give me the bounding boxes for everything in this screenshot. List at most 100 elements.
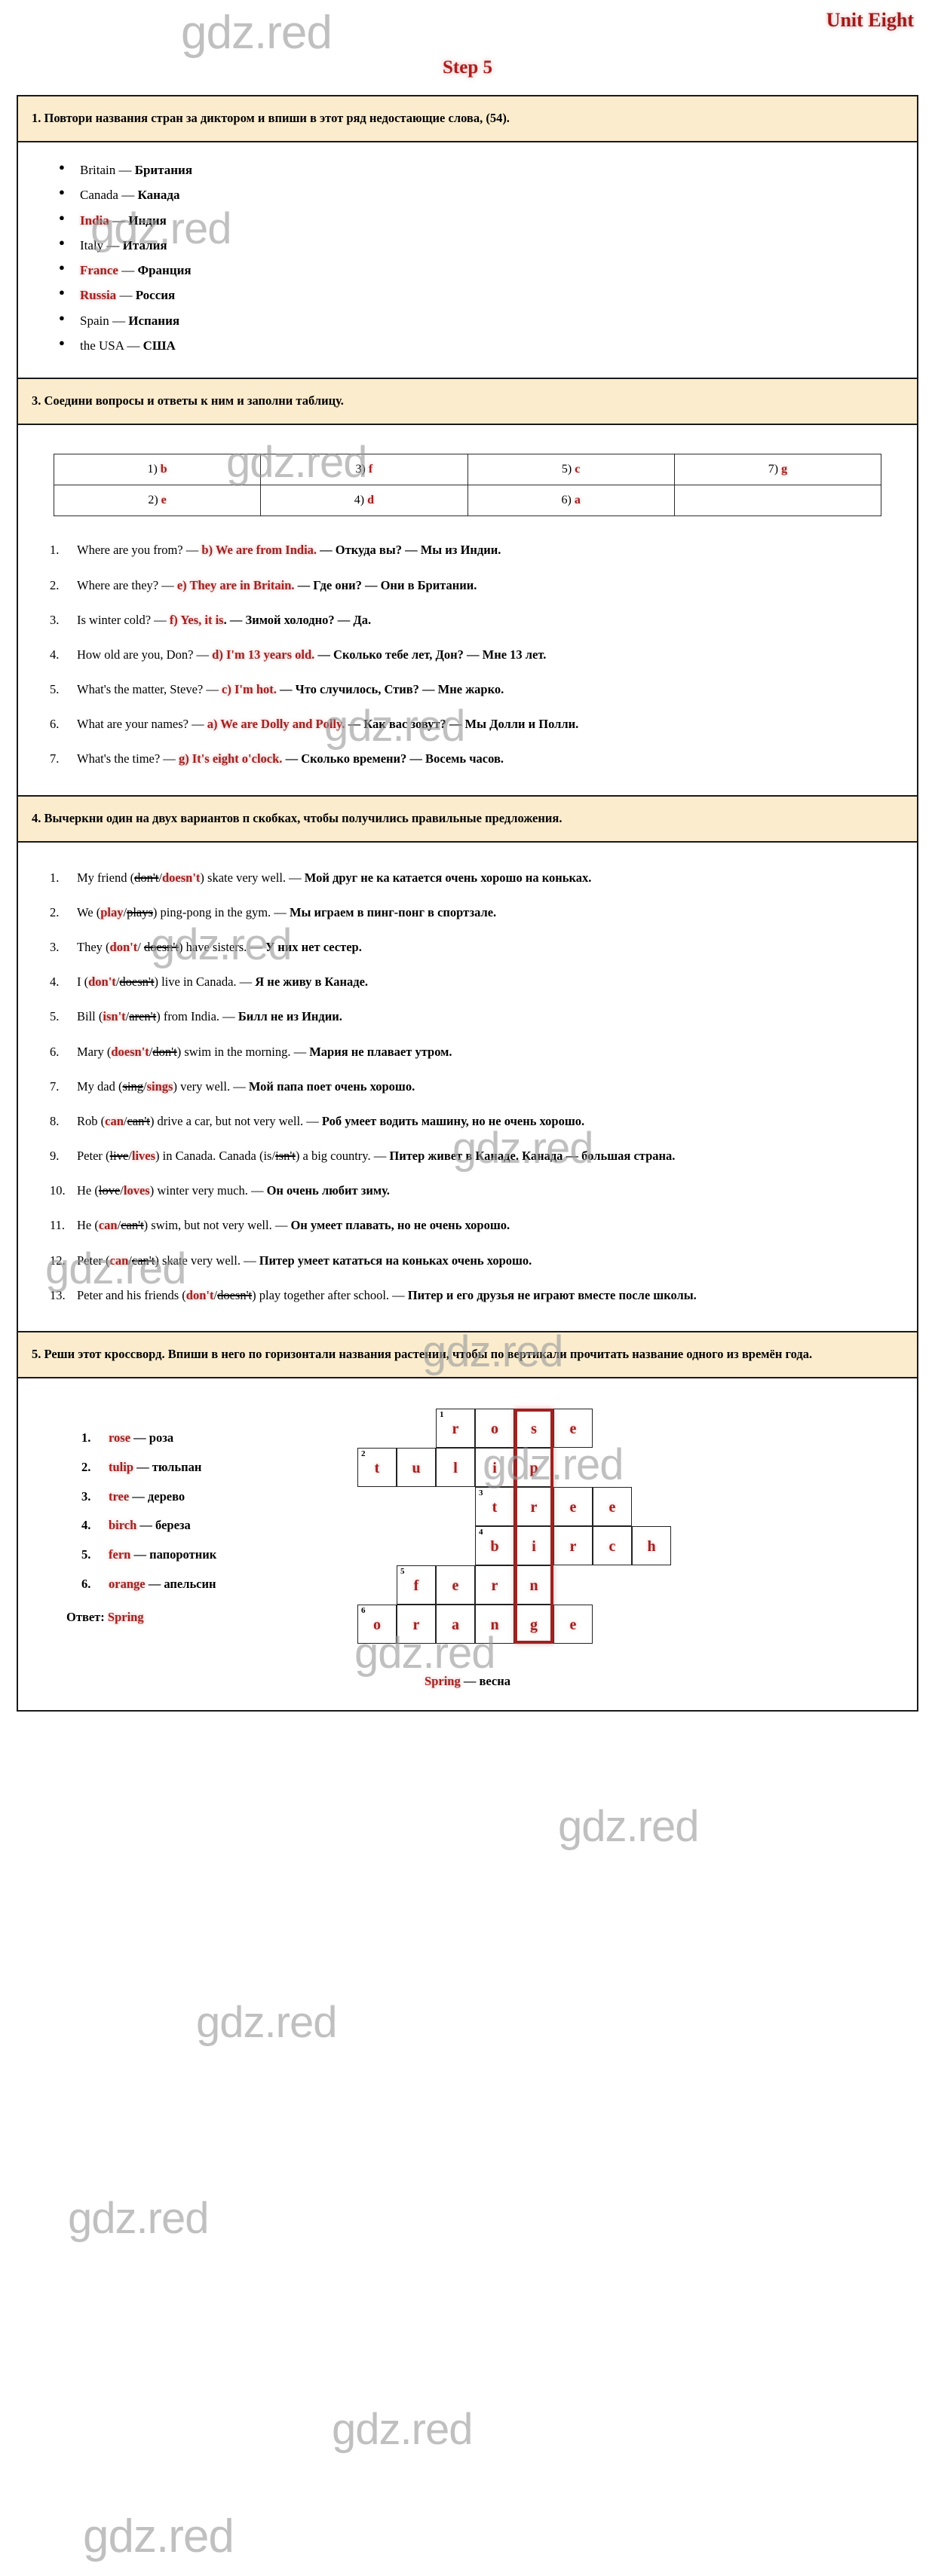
- sentence-suffix: ) swim in the morning. —: [176, 1044, 310, 1059]
- crossword-cell: r: [553, 1526, 593, 1566]
- crossword-cell-letter: g: [530, 1617, 538, 1634]
- country-name-en: Canada: [80, 188, 118, 203]
- crossword-cell: e: [436, 1565, 475, 1605]
- sentence-list-item: Peter (live/lives) in Canada. Canada (is…: [47, 1139, 903, 1173]
- country-name-ru: Британия: [134, 163, 193, 178]
- crossword-cell-letter: l: [453, 1460, 458, 1477]
- crossword-cell-letter: n: [490, 1617, 499, 1634]
- crossword-cell: u: [397, 1448, 436, 1488]
- sentence-correct-option: sings: [146, 1078, 173, 1094]
- sentence-suffix: ) ping-pong in the gym. —: [152, 904, 290, 919]
- qa-list-item: Where are you from? — b) We are from Ind…: [47, 533, 903, 568]
- crossword-cell-letter: e: [569, 1499, 577, 1516]
- qa-list: Where are you from? — b) We are from Ind…: [32, 533, 903, 776]
- sentence-translation: Мария не плавает утром.: [309, 1044, 452, 1059]
- crossword-cell: l: [436, 1448, 475, 1488]
- qa-translation: — Сколько времени? — Восемь часов.: [282, 751, 504, 766]
- crossword-cell: 5f: [397, 1565, 436, 1605]
- sentence-list-item: Peter (can/can't) skate very well. — Пит…: [47, 1244, 903, 1278]
- sentence-suffix: ) skate very well. —: [155, 1253, 259, 1268]
- sentence-correct-option: loves: [123, 1183, 150, 1198]
- sentence-translation: Мой друг не ка катается очень хорошо на …: [304, 870, 592, 885]
- country-list-item: Canada — Канада: [57, 182, 903, 207]
- crossword-cell-letter: i: [532, 1538, 536, 1556]
- crossword-cell-letter: b: [490, 1538, 499, 1556]
- crossword-cell-number: 4: [479, 1528, 483, 1537]
- sentence-prefix: Peter and his friends (: [77, 1287, 186, 1302]
- crossword-cell: e: [593, 1487, 632, 1527]
- sentence-crossed-option: live: [109, 1149, 129, 1164]
- sentence-suffix: ) from India. —: [156, 1009, 238, 1024]
- qa-question: What's the time? —: [77, 751, 179, 766]
- sentence-list-item: They (don't/ doesn't) have sisters. — У …: [47, 930, 903, 965]
- sentence-extra-option: is: [263, 1149, 272, 1164]
- crossword-answer-line: Ответ: Spring: [66, 1610, 348, 1625]
- crossword-footer: Spring — весна: [32, 1663, 903, 1696]
- sentence-prefix: Peter (: [77, 1149, 110, 1164]
- table-row: 2) e 4) d 6) a: [53, 485, 882, 517]
- crossword-clue-ru: папоротник: [149, 1547, 217, 1562]
- crossword-clue-en: fern: [109, 1547, 131, 1562]
- sentence-crossed-option: aren't: [129, 1009, 157, 1024]
- qa-translation: — Что случилось, Стив? — Мне жарко.: [276, 682, 504, 697]
- country-name-en: Spain: [80, 313, 109, 328]
- task4-instruction: 4. Вычеркни один на двух вариантов п ско…: [18, 796, 917, 843]
- crossword-clue-ru: апельсин: [164, 1576, 216, 1591]
- country-name-ru: Италия: [122, 237, 167, 252]
- crossword-cell: a: [436, 1605, 475, 1644]
- watermark: gdz.red: [68, 2194, 209, 2243]
- sentence-prefix: My friend (: [77, 870, 135, 885]
- crossword-clue-en: tulip: [109, 1459, 134, 1474]
- crossword-clues: rose — роза tulip — тюльпан tree — дерево b…: [62, 1424, 348, 1599]
- sentence-prefix: Peter (: [77, 1253, 110, 1268]
- crossword-cell: 4b: [475, 1526, 514, 1566]
- crossword-cell: p: [514, 1448, 553, 1488]
- sentence-list-item: Mary (doesn't/don't) swim in the morning…: [47, 1035, 903, 1069]
- crossword-cell: r: [475, 1565, 514, 1605]
- crossword-footer-tail: — весна: [460, 1674, 510, 1689]
- crossword-cell-letter: i: [492, 1460, 497, 1477]
- sentence-translation: Мой папа поет очень хорошо.: [248, 1078, 415, 1094]
- match-table-cell: 7) g: [673, 454, 882, 486]
- sentence-suffix: ) a big country. —: [295, 1149, 390, 1164]
- sentence-translation: Роб умеет водить машину, но не очень хор…: [321, 1113, 585, 1128]
- crossword-cell: g: [514, 1605, 553, 1644]
- sentence-prefix: He (: [77, 1218, 99, 1233]
- crossword-cell: 2t: [357, 1448, 397, 1488]
- sentence-suffix: ) play together after school. —: [252, 1287, 408, 1302]
- em-dash: —: [136, 1518, 156, 1533]
- sentence-crossed-option: don't: [152, 1044, 177, 1059]
- qa-answer: e) They are in Britain.: [176, 577, 295, 592]
- sentence-correct-option: can: [98, 1218, 118, 1233]
- crossword-cell-letter: r: [412, 1617, 420, 1634]
- match-cell-answer: c: [572, 463, 581, 476]
- crossword-grid-column: 1rose2tulip3tree4birch5fern6orange: [348, 1404, 896, 1644]
- crossword-cell: 1r: [436, 1409, 475, 1449]
- crossword-cell-letter: o: [373, 1617, 381, 1634]
- sentence-list-item: My dad (sing/sings) very well. — Мой пап…: [47, 1069, 903, 1104]
- sentence-correct-option: don't: [109, 940, 138, 955]
- crossword-cell: e: [553, 1409, 593, 1449]
- sentence-correct-option: don't: [88, 974, 116, 990]
- sentence-correct-option: play: [100, 904, 124, 919]
- country-name-en: the USA: [80, 338, 124, 353]
- task5-instruction: 5. Реши этот кроссворд. Впиши в него по …: [18, 1332, 917, 1379]
- qa-translation: — Откуда вы? — Мы из Индии.: [317, 543, 501, 558]
- country-name-ru: Франция: [137, 263, 192, 278]
- crossword-cell-letter: o: [491, 1421, 498, 1438]
- qa-question: What's the matter, Steve? —: [77, 682, 222, 697]
- qa-list-item: What's the time? — g) It's eight o'clock…: [47, 742, 903, 776]
- sentence-list-item: He (love/loves) winter very much. — Он о…: [47, 1173, 903, 1208]
- match-cell-number: 1): [147, 463, 158, 476]
- country-list-item: Italy — Италия: [57, 233, 903, 258]
- match-table-cell: 2) e: [53, 485, 262, 517]
- match-answer-table: 1) b 3) f 5) c 7) g 2) e 4) d 6) a: [53, 454, 882, 517]
- crossword-cell-number: 3: [479, 1488, 483, 1498]
- em-dash: —: [116, 288, 136, 303]
- sentence-list-item: Rob (can/can't) drive a car, but not ver…: [47, 1104, 903, 1139]
- em-dash: —: [130, 1547, 150, 1562]
- qa-translation: — Сколько тебе лет, Дон? — Мне 13 лет.: [314, 647, 547, 662]
- crossword-cell-number: 2: [361, 1449, 366, 1459]
- match-cell-answer: g: [778, 463, 788, 476]
- crossword-cell: r: [397, 1605, 436, 1644]
